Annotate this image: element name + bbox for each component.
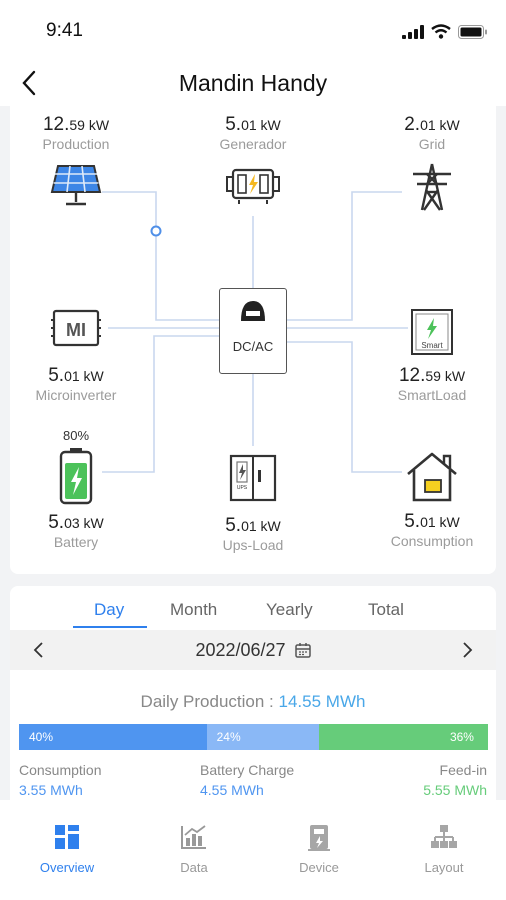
legend-feed-in: Feed-in 5.55 MWh xyxy=(423,762,487,798)
next-date-button[interactable] xyxy=(456,638,480,662)
status-time: 9:41 xyxy=(46,20,83,41)
solar-panel-icon xyxy=(50,165,102,206)
nav-label: Device xyxy=(299,860,339,875)
battery-label: Battery xyxy=(53,534,99,550)
legend-label: Feed-in xyxy=(439,762,487,778)
microinverter-label: Microinverter xyxy=(35,387,117,403)
legend-value: 5.55 MWh xyxy=(423,782,487,798)
daily-production: Daily Production : 14.55 MWh xyxy=(10,692,496,712)
calendar-icon xyxy=(294,643,311,658)
grid-label: Grid xyxy=(418,136,446,152)
bar-segment-consumption: 40% xyxy=(19,724,207,750)
period-tabs: Day Month Yearly Total xyxy=(10,586,496,628)
legend-label: Battery Charge xyxy=(200,762,295,778)
bottom-navigation: Overview Data Device Layout xyxy=(0,800,506,900)
overview-icon xyxy=(55,825,79,849)
layout-icon xyxy=(431,825,457,848)
page-title: Mandin Handy xyxy=(178,70,328,96)
generator-label: Generador xyxy=(219,136,287,152)
date-selector: 2022/06/27 xyxy=(10,630,496,670)
chevron-right-icon xyxy=(463,642,473,658)
energy-flow-card: 12.59 kW Production 5.01 kW Generador 2.… xyxy=(10,106,496,574)
production-card: Day Month Yearly Total 2022/06/27 Daily … xyxy=(10,586,496,800)
microinverter-power: 5.01 kW xyxy=(48,365,104,386)
svg-text:Smart: Smart xyxy=(421,341,443,350)
generator-node[interactable]: 5.01 kW Generador xyxy=(193,114,313,213)
ups-load-power: 5.01 kW xyxy=(225,515,281,536)
nav-bar: Mandin Handy xyxy=(0,60,506,106)
nav-layout[interactable]: Layout xyxy=(399,824,489,875)
nav-label: Overview xyxy=(39,860,95,875)
date-picker[interactable]: 2022/06/27 xyxy=(10,640,496,661)
generator-power: 5.01 kW xyxy=(225,114,281,135)
consumption-label: Consumption xyxy=(390,533,474,549)
grid-tower-icon xyxy=(413,163,451,211)
nav-label: Data xyxy=(180,860,208,875)
legend-consumption: Consumption 3.55 MWh xyxy=(19,762,102,798)
device-icon xyxy=(308,825,330,851)
smartload-icon: Smart xyxy=(411,309,453,355)
production-split-bar: 40% 24% 36% xyxy=(19,724,488,750)
house-icon xyxy=(407,452,457,502)
inverter-label: DC/AC xyxy=(232,339,274,354)
battery-power: 5.03 kW xyxy=(48,512,104,533)
grid-node[interactable]: 2.01 kW Grid xyxy=(372,114,492,217)
svg-text:MI: MI xyxy=(66,320,86,340)
daily-production-label: Daily Production : xyxy=(140,692,274,711)
nav-label: Layout xyxy=(424,860,464,875)
microinverter-node[interactable]: MI 5.01 kW Microinverter xyxy=(16,308,136,403)
inverter-node[interactable]: DC/AC xyxy=(219,288,287,374)
legend-label: Consumption xyxy=(19,762,102,778)
bar-segment-feed-in: 36% xyxy=(319,724,488,750)
date-value: 2022/06/27 xyxy=(195,640,286,660)
production-label: Production xyxy=(42,136,110,152)
svg-text:UPS: UPS xyxy=(237,485,248,491)
nav-device[interactable]: Device xyxy=(274,824,364,875)
battery-node[interactable]: 80% 5.03 kW Battery xyxy=(16,428,136,550)
smartload-power: 12.59 kW xyxy=(398,365,466,386)
production-node[interactable]: 12.59 kW Production xyxy=(16,114,136,215)
tab-total[interactable]: Total xyxy=(368,600,404,620)
smartload-label: SmartLoad xyxy=(397,387,467,403)
production-power: 12.59 kW xyxy=(42,114,110,135)
nav-data[interactable]: Data xyxy=(149,824,239,875)
battery-soc: 80% xyxy=(62,428,90,443)
bar-segment-battery-charge: 24% xyxy=(206,724,320,750)
smartload-node[interactable]: Smart 12.59 kW SmartLoad xyxy=(372,308,492,403)
tab-month[interactable]: Month xyxy=(170,600,217,620)
status-icons xyxy=(402,24,488,39)
consumption-power: 5.01 kW xyxy=(404,511,460,532)
status-bar: 9:41 xyxy=(0,0,506,60)
cellular-signal-icon xyxy=(402,24,424,39)
active-tab-indicator xyxy=(73,626,147,628)
battery-status-icon xyxy=(458,24,487,39)
grid-power: 2.01 kW xyxy=(404,114,460,135)
data-icon xyxy=(181,825,206,849)
generator-icon xyxy=(226,168,280,204)
ups-cabinet-icon: UPS xyxy=(229,454,277,502)
tab-day[interactable]: Day xyxy=(94,600,124,620)
ups-load-node[interactable]: UPS 5.01 kW Ups-Load xyxy=(193,454,313,553)
daily-production-value: 14.55 MWh xyxy=(278,692,366,711)
legend-value: 4.55 MWh xyxy=(200,782,264,798)
microinverter-icon: MI xyxy=(51,309,101,347)
wifi-icon xyxy=(431,24,451,39)
consumption-node[interactable]: 5.01 kW Consumption xyxy=(372,450,492,549)
ups-load-label: Ups-Load xyxy=(222,537,284,553)
legend-value: 3.55 MWh xyxy=(19,782,83,798)
battery-icon xyxy=(59,448,93,505)
tab-yearly[interactable]: Yearly xyxy=(266,600,313,620)
inverter-display-icon xyxy=(241,301,265,321)
legend-battery-charge: Battery Charge 4.55 MWh xyxy=(200,762,294,798)
nav-overview[interactable]: Overview xyxy=(22,824,112,875)
